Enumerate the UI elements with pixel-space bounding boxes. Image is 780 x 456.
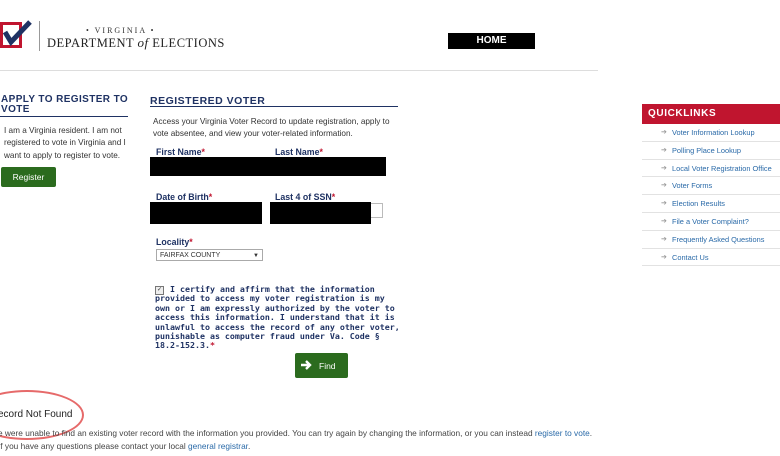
dob-input[interactable] xyxy=(150,202,262,224)
locality-selected-value: FAIRFAX COUNTY xyxy=(160,252,221,259)
ssn-redaction xyxy=(270,202,371,224)
apply-heading-rule xyxy=(0,116,128,117)
logo-state-text: • VIRGINIA • xyxy=(86,26,156,35)
quicklink-faq[interactable]: ➔ Frequently Asked Questions xyxy=(642,231,780,249)
locality-label: Locality* xyxy=(156,237,193,247)
record-not-found-message: e were unable to find an existing voter … xyxy=(0,428,593,451)
ssn-label: Last 4 of SSN* xyxy=(275,192,336,202)
first-name-input[interactable] xyxy=(150,157,270,176)
locality-select[interactable]: FAIRFAX COUNTY ▼ xyxy=(156,249,263,261)
quicklinks-heading: QUICKLINKS xyxy=(642,104,780,124)
record-not-found-title: ecord Not Found xyxy=(0,409,73,420)
apply-description: I am a Virginia resident. I am not regis… xyxy=(4,126,126,160)
last-name-input[interactable] xyxy=(270,157,386,176)
header-divider xyxy=(0,70,598,71)
quicklink-election-results[interactable]: ➔ Election Results xyxy=(642,195,780,213)
arrow-right-icon: ➔ xyxy=(661,164,667,172)
register-button[interactable]: Register xyxy=(1,167,56,187)
register-to-vote-link[interactable]: register to vote xyxy=(535,428,590,438)
find-button[interactable]: Find xyxy=(295,353,348,378)
registered-voter-description: Access your Virginia Voter Record to upd… xyxy=(153,117,390,138)
elections-logo-icon[interactable] xyxy=(0,20,34,52)
first-name-label: First Name* xyxy=(156,147,205,157)
logo-divider xyxy=(39,21,40,51)
quicklink-voter-information-lookup[interactable]: ➔ Voter Information Lookup xyxy=(642,124,780,142)
apply-heading: APPLY TO REGISTER TO VOTE xyxy=(1,94,129,115)
last-name-label: Last Name* xyxy=(275,147,323,157)
arrow-right-icon: ➔ xyxy=(661,182,667,190)
quicklink-polling-place-lookup[interactable]: ➔ Polling Place Lookup xyxy=(642,142,780,160)
quicklink-file-complaint[interactable]: ➔ File a Voter Complaint? xyxy=(642,213,780,231)
chevron-down-icon: ▼ xyxy=(253,253,259,259)
certify-statement: .I certify and affirm that the informati… xyxy=(155,284,400,351)
quicklink-voter-forms[interactable]: ➔ Voter Forms xyxy=(642,177,780,196)
general-registrar-link[interactable]: general registrar xyxy=(188,441,248,451)
logo-org-name: DEPARTMENT of ELECTIONS xyxy=(47,35,225,50)
arrow-right-icon xyxy=(301,360,312,370)
arrow-right-icon: ➔ xyxy=(661,217,667,225)
arrow-right-icon: ➔ xyxy=(661,235,667,243)
quicklink-local-registration-office[interactable]: ➔ Local Voter Registration Office xyxy=(642,160,780,178)
registered-voter-rule xyxy=(150,106,398,107)
certify-checkbox[interactable]: ✓ xyxy=(155,286,164,295)
arrow-right-icon: ➔ xyxy=(661,253,667,261)
quicklinks-list: ➔ Voter Information Lookup ➔ Polling Place… xyxy=(642,124,780,267)
home-button[interactable]: HOME xyxy=(448,33,535,49)
arrow-right-icon: ➔ xyxy=(661,129,667,136)
arrow-right-icon: ➔ xyxy=(661,146,667,154)
dob-label: Date of Birth* xyxy=(156,192,213,202)
arrow-right-icon: ➔ xyxy=(661,200,667,208)
find-button-label: Find xyxy=(319,361,336,371)
quicklink-contact-us[interactable]: ➔ Contact Us xyxy=(642,249,780,267)
